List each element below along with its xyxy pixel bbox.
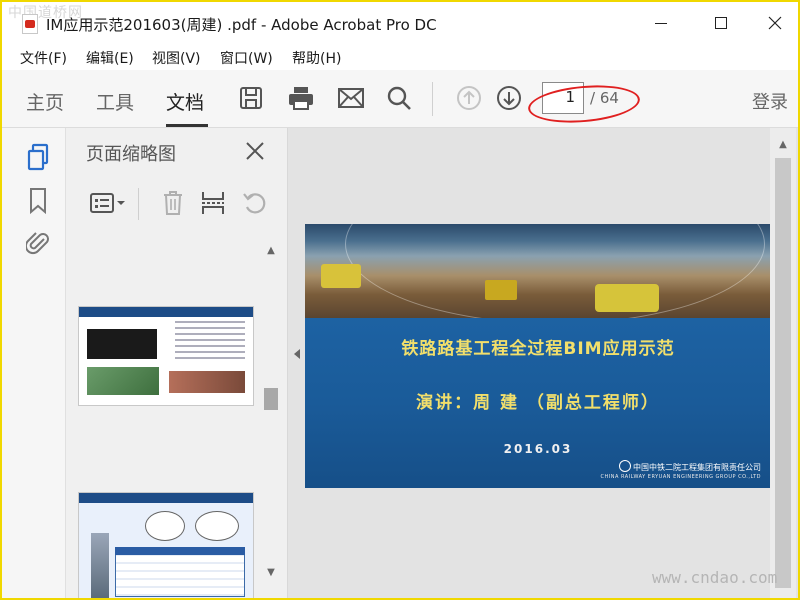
trash-icon [164, 191, 182, 215]
search-icon [387, 86, 411, 110]
maximize-button[interactable] [698, 8, 744, 38]
insert-page-button[interactable] [198, 186, 228, 220]
delete-page-button[interactable] [158, 186, 188, 220]
arrow-up-circle-icon [457, 86, 481, 110]
maximize-icon [715, 17, 727, 29]
menu-bar: 文件(F) 编辑(E) 视图(V) 窗口(W) 帮助(H) [2, 46, 798, 70]
close-window-button[interactable] [752, 8, 798, 38]
arrow-down-circle-icon [497, 86, 521, 110]
machine-image [485, 280, 517, 300]
company-name-en: CHINA RAILWAY ERYUAN ENGINEERING GROUP C… [600, 474, 761, 480]
pickup-truck-image [595, 284, 659, 312]
tab-home[interactable]: 主页 [26, 88, 64, 115]
close-icon [246, 142, 264, 160]
thumb-terrain-image [87, 367, 159, 395]
thumb-screenshot-image [87, 329, 157, 359]
document-scrollbar[interactable]: ▲ [770, 128, 796, 598]
title-bar: 中国道桥网 IM应用示范201603(周建) .pdf - Adobe Acro… [2, 2, 798, 46]
rotate-page-button[interactable] [240, 186, 270, 220]
thumb-text-block [175, 321, 245, 361]
page-thumbnail-29[interactable] [78, 306, 254, 406]
attachments-tab[interactable] [24, 228, 52, 258]
thumb-tower-image [91, 533, 109, 598]
thumb-section-image [169, 371, 245, 393]
minimize-icon [655, 22, 667, 24]
navigation-rail [2, 128, 66, 598]
save-button[interactable] [236, 83, 266, 113]
collapse-pane-arrow-icon[interactable] [292, 348, 302, 360]
menu-view[interactable]: 视图(V) [152, 48, 201, 68]
bookmarks-tab[interactable] [24, 186, 52, 216]
active-tab-indicator [166, 124, 208, 127]
slide-title: 铁路路基工程全过程BIM应用示范 [401, 339, 675, 359]
thumbnail-options-dropdown[interactable] [88, 186, 128, 220]
bookmark-icon [30, 188, 46, 215]
previous-page-button[interactable] [454, 83, 484, 113]
save-icon [240, 87, 262, 109]
toolbar-separator [432, 82, 433, 116]
search-button[interactable] [384, 83, 414, 113]
thumbnail-list[interactable]: 29 [66, 236, 288, 598]
menu-help[interactable]: 帮助(H) [292, 48, 341, 68]
tab-document[interactable]: 文档 [166, 88, 204, 115]
close-pane-button[interactable] [242, 138, 268, 164]
slide-speaker: 演讲：周 建 （副总工程师） [416, 393, 660, 413]
pdf-file-icon [22, 14, 38, 34]
scroll-up-arrow-icon[interactable]: ▲ [265, 244, 277, 256]
email-button[interactable] [336, 83, 366, 113]
scroll-up-arrow-icon[interactable]: ▲ [777, 138, 789, 150]
thumbnail-scrollbar[interactable]: ▲ ▼ [262, 240, 280, 586]
main-toolbar: 主页 工具 文档 1 / 64 登录 [2, 70, 798, 128]
menu-edit[interactable]: 编辑(E) [86, 48, 134, 68]
pdf-page[interactable]: 铁路路基工程全过程BIM应用示范 演讲：周 建 （副总工程师） 2016.03 … [305, 224, 771, 488]
thumb-table-header [115, 547, 245, 555]
menu-file[interactable]: 文件(F) [20, 48, 67, 68]
scroll-down-arrow-icon[interactable]: ▼ [265, 566, 277, 578]
mail-icon [338, 88, 364, 108]
pane-toolbar-divider [138, 188, 139, 220]
next-page-button[interactable] [494, 83, 524, 113]
login-link[interactable]: 登录 [752, 88, 788, 114]
thumb-diagram-circle [195, 511, 239, 541]
print-button[interactable] [286, 83, 316, 113]
paperclip-icon [26, 232, 49, 255]
pane-title: 页面缩略图 [86, 144, 176, 165]
list-options-icon [90, 193, 125, 213]
page-thumbnail-30[interactable] [78, 492, 254, 598]
thumb-header-bar [79, 307, 253, 317]
company-logo-icon [619, 460, 631, 472]
document-scrollbar-thumb[interactable] [775, 158, 791, 588]
page-thumbnails-tab[interactable] [24, 142, 52, 172]
thumb-header-bar [79, 493, 253, 503]
scrollbar-thumb[interactable] [264, 388, 278, 410]
rotate-icon [243, 193, 266, 214]
minimize-button[interactable] [638, 8, 684, 38]
tab-tools[interactable]: 工具 [96, 88, 134, 115]
bulldozer-image [321, 264, 361, 288]
print-icon [289, 87, 313, 110]
company-name-cn: 中国中铁二院工程集团有限责任公司 [633, 463, 761, 472]
thumbnails-pane: 页面缩略图 29 ▲ [66, 128, 288, 598]
window-title: IM应用示范201603(周建) .pdf - Adobe Acrobat Pr… [46, 16, 437, 34]
pages-icon [27, 143, 49, 171]
slide-date: 2016.03 [503, 442, 573, 456]
close-icon [768, 16, 782, 30]
watermark-bottom-right: www.cndao.com [652, 568, 778, 587]
thumb-diagram-circle [145, 511, 185, 541]
insert-page-icon [202, 192, 224, 214]
menu-window[interactable]: 窗口(W) [220, 48, 273, 68]
